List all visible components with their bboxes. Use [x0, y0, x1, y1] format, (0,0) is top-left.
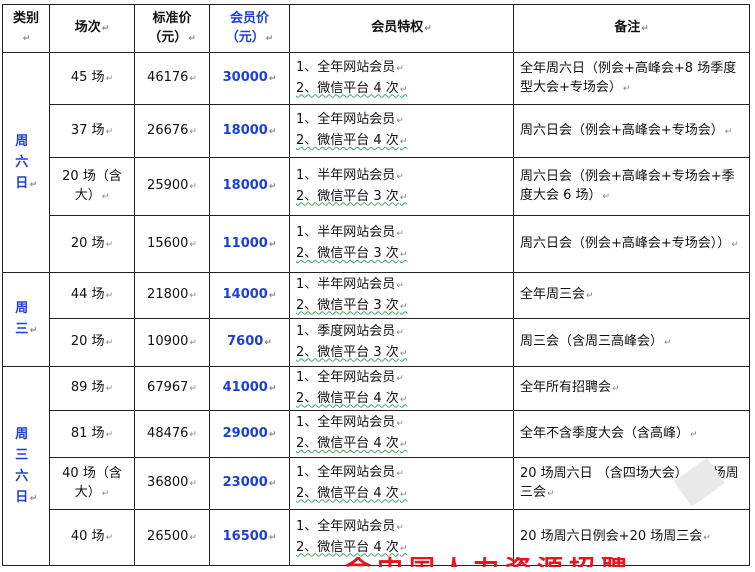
- privileges-cell: 1、全年网站会员↵ 2、微信平台 4 次↵: [289, 104, 514, 158]
- notes-cell: 全年不含季度大会（含高峰）↵: [513, 410, 750, 458]
- privilege-line: 2、微信平台 3 次↵: [296, 246, 408, 261]
- notes-cell: 周六日会（例会+高峰会+专场会+季度大会 6 场）↵: [513, 157, 750, 216]
- sessions-cell: 37 场↵: [49, 104, 135, 158]
- privilege-line: 1、季度网站会员↵: [296, 323, 404, 339]
- table-row: 周六日 ↵ 45 场↵ 46176↵ 30000↵ 1、全年网站会员↵ 2、微信平台 4 次…: [2, 52, 750, 273]
- sessions-cell: 44 场↵: [49, 272, 135, 319]
- privilege-line: 1、全年网站会员↵: [296, 112, 404, 127]
- table-row: 20 场↵ 15600↵ 11000↵ 1、半年网站会员↵ 2、微信平台 3 次↵ 周六日…: [3, 215, 750, 273]
- privileges-cell: 1、季度网站会员↵ 2、微信平台 3 次↵: [289, 318, 514, 367]
- standard-price-cell: 36800↵: [134, 457, 210, 510]
- table-row: 周三 ↵ 44 场↵ 21800↵ 14000↵ 1、半年网站会员↵ 2、微信平台 3 次↵…: [2, 272, 750, 367]
- privilege-line: 2、微信平台 3 次↵: [296, 344, 408, 360]
- privilege-line: 1、全年网站会员↵: [296, 464, 404, 480]
- category-cell: 周六日 ↵: [2, 52, 50, 273]
- privilege-line: 1、全年网站会员↵: [296, 59, 404, 75]
- standard-price-cell: 21800↵: [134, 272, 210, 319]
- header-member-price: 会员价（元）↵: [209, 4, 290, 53]
- standard-price-cell: 15600↵: [134, 215, 210, 273]
- sessions-cell: 20 场↵: [49, 318, 135, 367]
- privilege-line: 1、全年网站会员↵: [296, 415, 404, 430]
- member-price-cell: 16500↵: [209, 509, 290, 566]
- standard-price-cell: 48476↵: [134, 410, 210, 458]
- sessions-cell: 40 场↵: [49, 509, 135, 566]
- privilege-line: 2、微信平台 4 次↵: [296, 133, 408, 148]
- privilege-line: 2、微信平台 4 次↵: [296, 539, 408, 555]
- sessions-cell: 20 场（含大）↵: [49, 157, 135, 216]
- header-category: 类别↵: [2, 4, 50, 53]
- table-row: 37 场↵ 26676↵ 18000↵ 1、全年网站会员↵ 2、微信平台 4 次↵ 周六日…: [3, 104, 750, 158]
- privilege-line: 2、微信平台 4 次↵: [296, 485, 408, 501]
- privilege-line: 2、微信平台 3 次↵: [296, 297, 408, 313]
- member-price-cell: 30000↵: [209, 52, 290, 105]
- member-price-cell: 18000↵: [209, 157, 290, 216]
- standard-price-cell: 25900↵: [134, 157, 210, 216]
- standard-price-cell: 26500↵: [134, 509, 210, 566]
- header-standard-price: 标准价（元）↵: [134, 4, 210, 53]
- standard-price-cell: 10900↵: [134, 318, 210, 367]
- notes-cell: 全年周三会↵: [513, 272, 750, 319]
- sessions-cell: 20 场↵: [49, 215, 135, 273]
- member-price-cell: 14000↵: [209, 272, 290, 319]
- table-row: 20 场（含大）↵ 25900↵ 18000↵ 1、半年网站会员↵ 2、微信平台 3 次…: [3, 157, 750, 216]
- notes-cell: 周六日会（例会+高峰会+专场会））↵: [513, 215, 750, 273]
- table-row: 81 场↵ 48476↵ 29000↵ 1、全年网站会员↵ 2、微信平台 4 次↵ 全年不…: [3, 410, 750, 458]
- sessions-cell: 40 场（含大）↵: [49, 457, 135, 510]
- member-price-cell: 41000↵: [209, 366, 290, 411]
- sessions-cell: 89 场↵: [49, 366, 135, 411]
- member-price-cell: 18000↵: [209, 104, 290, 158]
- standard-price-cell: 67967↵: [134, 366, 210, 411]
- category-cell: 周三六日 ↵: [2, 366, 50, 566]
- member-price-cell: 7600↵: [209, 318, 290, 367]
- sessions-cell: 81 场↵: [49, 410, 135, 458]
- category-cell: 周三 ↵: [2, 272, 50, 367]
- notes-cell: 周三会（含周三高峰会）↵: [513, 318, 750, 367]
- privileges-cell: 1、全年网站会员↵ 2、微信平台 4 次↵: [289, 52, 514, 105]
- privileges-cell: 1、全年网站会员↵ 2、微信平台 4 次↵: [289, 457, 514, 510]
- notes-cell: 全年周六日（例会+高峰会+8 场季度型大会+专场会）↵: [513, 52, 750, 105]
- table-row: 40 场（含大）↵ 36800↵ 23000↵ 1、全年网站会员↵ 2、微信平台 4 次…: [3, 457, 750, 510]
- privilege-line: 1、全年网站会员↵: [296, 369, 404, 385]
- table-row: 20 场↵ 10900↵ 7600↵ 1、季度网站会员↵ 2、微信平台 3 次↵ 周三会（…: [3, 318, 750, 367]
- notes-cell: 周六日会（例会+高峰会+专场会）↵: [513, 104, 750, 158]
- privilege-line: 2、微信平台 3 次↵: [296, 188, 408, 204]
- notes-cell: 全年所有招聘会↵: [513, 366, 750, 411]
- privilege-line: 1、全年网站会员↵: [296, 518, 404, 534]
- footer-fragment: 会中国人力资源招聘: [345, 557, 633, 567]
- privilege-line: 2、微信平台 4 次↵: [296, 390, 408, 406]
- table-row: 周三六日 ↵ 89 场↵ 67967↵ 41000↵ 1、全年网站会员↵ 2、微信平台 4 …: [2, 366, 750, 566]
- header-sessions: 场次↵: [49, 4, 135, 53]
- privileges-cell: 1、全年网站会员↵ 2、微信平台 4 次↵: [289, 410, 514, 458]
- privileges-cell: 1、半年网站会员↵ 2、微信平台 3 次↵: [289, 272, 514, 319]
- member-price-cell: 29000↵: [209, 410, 290, 458]
- privileges-cell: 1、半年网站会员↵ 2、微信平台 3 次↵: [289, 215, 514, 273]
- sessions-cell: 45 场↵: [49, 52, 135, 105]
- pricing-table: 类别↵ 场次↵ 标准价（元）↵ 会员价（元）↵ 会员特权↵ 备注↵ 周六日 ↵ 45…: [2, 4, 750, 566]
- privilege-line: 1、半年网站会员↵: [296, 276, 404, 292]
- privilege-line: 2、微信平台 4 次↵: [296, 436, 408, 451]
- header-privileges: 会员特权↵: [289, 4, 514, 53]
- standard-price-cell: 46176↵: [134, 52, 210, 105]
- standard-price-cell: 26676↵: [134, 104, 210, 158]
- privileges-cell: 1、全年网站会员↵ 2、微信平台 4 次↵: [289, 366, 514, 411]
- privilege-line: 1、半年网站会员↵: [296, 225, 404, 240]
- privilege-line: 2、微信平台 4 次↵: [296, 80, 408, 96]
- privilege-line: 1、半年网站会员↵: [296, 167, 404, 183]
- member-price-cell: 23000↵: [209, 457, 290, 510]
- header-row: 类别↵ 场次↵ 标准价（元）↵ 会员价（元）↵ 会员特权↵ 备注↵: [2, 4, 750, 53]
- header-notes: 备注↵: [513, 4, 750, 53]
- privileges-cell: 1、半年网站会员↵ 2、微信平台 3 次↵: [289, 157, 514, 216]
- member-price-cell: 11000↵: [209, 215, 290, 273]
